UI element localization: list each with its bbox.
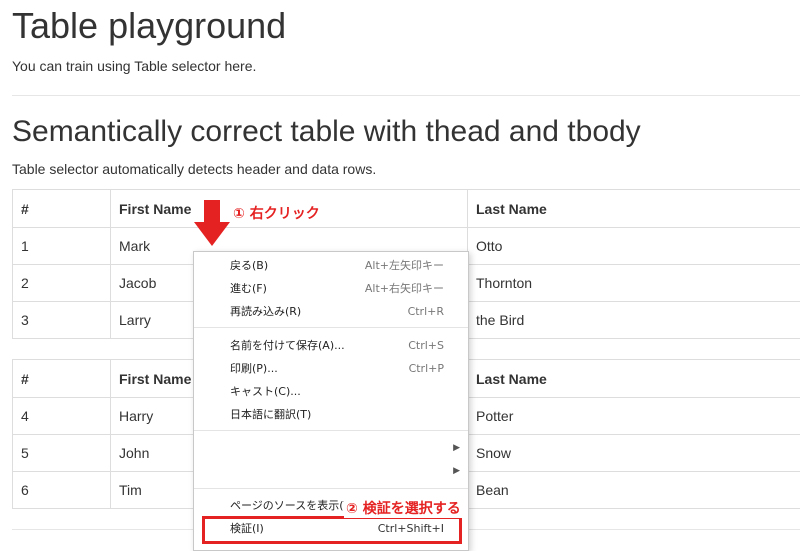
page-subtitle: You can train using Table selector here. xyxy=(12,58,800,74)
cell-last-name: Bean xyxy=(468,472,800,509)
menu-separator xyxy=(194,430,468,431)
header-cell-number: # xyxy=(13,360,111,398)
annotation-step-1: ① 右クリック xyxy=(233,203,320,223)
page-content: Table playground You can train using Tab… xyxy=(12,0,800,74)
menu-item-save-as[interactable]: 名前を付けて保存(A)... Ctrl+S xyxy=(194,335,468,357)
menu-item-label: 戻る(B) xyxy=(230,255,268,277)
menu-separator xyxy=(194,327,468,328)
menu-item-label: 名前を付けて保存(A)... xyxy=(230,335,345,357)
menu-item-forward[interactable]: 進む(F) Alt+右矢印キー xyxy=(194,278,468,300)
cell-number: 6 xyxy=(13,472,111,509)
menu-item-back[interactable]: 戻る(B) Alt+左矢印キー xyxy=(194,255,468,277)
arrow-down-icon xyxy=(194,200,230,248)
menu-item-shortcut: Ctrl+S xyxy=(408,335,444,357)
menu-item-label: 印刷(P)... xyxy=(230,358,278,380)
section-title: Semantically correct table with thead an… xyxy=(12,114,641,150)
cell-last-name: Thornton xyxy=(468,265,800,302)
table-header-row: # First Name Last Name xyxy=(13,190,800,228)
menu-item-shortcut: Ctrl+R xyxy=(408,301,444,323)
page-title: Table playground xyxy=(12,6,800,46)
chevron-right-icon: ▶ xyxy=(453,460,460,482)
cell-last-name: Snow xyxy=(468,435,800,472)
menu-separator xyxy=(194,488,468,489)
cell-number: 2 xyxy=(13,265,111,302)
menu-item-shortcut: Ctrl+P xyxy=(409,358,444,380)
chevron-right-icon: ▶ xyxy=(453,437,460,459)
section-description: Table selector automatically detects hea… xyxy=(12,161,376,177)
menu-item-reload[interactable]: 再読み込み(R) Ctrl+R xyxy=(194,301,468,323)
header-cell-number: # xyxy=(13,190,111,228)
cell-number: 4 xyxy=(13,398,111,435)
cell-number: 3 xyxy=(13,302,111,339)
inspect-highlight-box xyxy=(202,516,462,544)
menu-item-submenu[interactable]: ▶ xyxy=(194,437,468,459)
menu-item-translate[interactable]: 日本語に翻訳(T) xyxy=(194,404,468,426)
menu-item-label: ページのソースを表示(V) xyxy=(230,495,355,517)
divider xyxy=(12,95,800,96)
menu-item-label: キャスト(C)... xyxy=(230,381,301,403)
menu-item-label: 進む(F) xyxy=(230,278,267,300)
header-cell-last-name: Last Name xyxy=(468,190,800,228)
cell-number: 1 xyxy=(13,228,111,265)
cell-last-name: Potter xyxy=(468,398,800,435)
cell-last-name: the Bird xyxy=(468,302,800,339)
menu-item-shortcut: Alt+左矢印キー xyxy=(365,255,444,277)
header-cell-last-name: Last Name xyxy=(468,360,800,398)
menu-item-print[interactable]: 印刷(P)... Ctrl+P xyxy=(194,358,468,380)
menu-item-submenu[interactable]: ▶ xyxy=(194,460,468,482)
cell-number: 5 xyxy=(13,435,111,472)
menu-item-cast[interactable]: キャスト(C)... xyxy=(194,381,468,403)
menu-item-shortcut: Alt+右矢印キー xyxy=(365,278,444,300)
annotation-step-2: ② 検証を選択する xyxy=(344,498,463,518)
menu-item-label: 日本語に翻訳(T) xyxy=(230,404,311,426)
menu-item-label: 再読み込み(R) xyxy=(230,301,301,323)
cell-last-name: Otto xyxy=(468,228,800,265)
